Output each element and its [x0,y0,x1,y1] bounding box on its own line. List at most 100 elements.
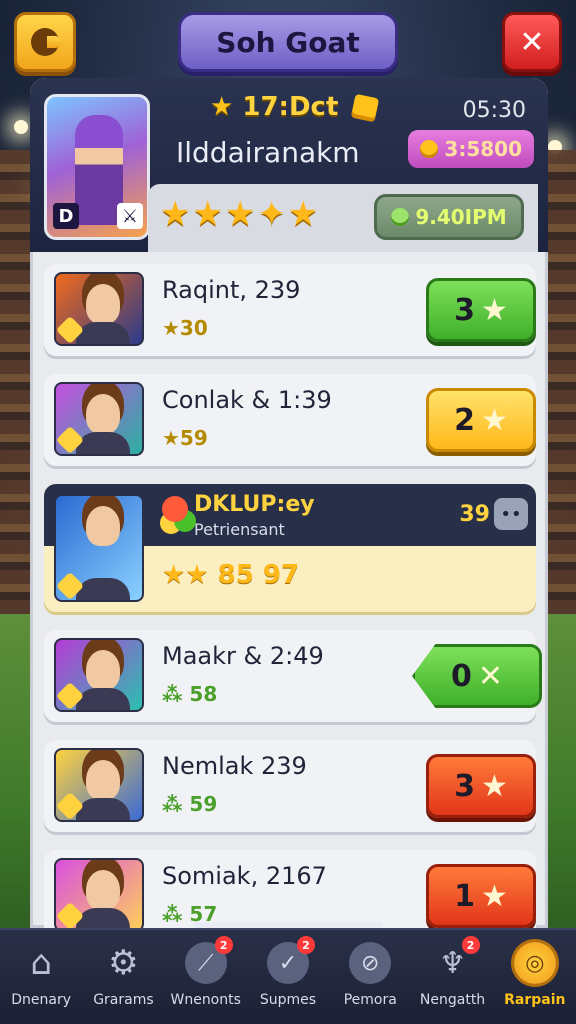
coin-icon [420,140,439,158]
player-rank: ★ 17:Dct [210,92,380,122]
player-portrait [54,748,144,822]
nav-label: Nengatth [419,992,486,1008]
player-points: ⁂ 59 [162,792,218,816]
more-options-button[interactable]: •• [494,498,528,530]
nav-item-dnenary[interactable]: ⌂ Dnenary [0,930,82,1024]
no-run-icon: ⊘ [349,942,392,984]
nav-item-grarams[interactable]: ⚙ Grarams [82,930,164,1024]
nav-label: Grarams [93,992,154,1008]
star-count-button[interactable]: 3 ★ [426,278,536,342]
check-glyph: ✓ [278,950,298,976]
armor-icon [76,798,130,820]
close-icon: ✕ [519,24,545,60]
armor-icon [76,578,130,600]
hero-figure [75,115,123,225]
xp-badge[interactable]: 9.40IPM [374,194,524,240]
player-title: Maakr & 2:49 [162,642,324,670]
page-title: Soh Goat [178,12,398,72]
list-item[interactable]: Nemlak 239 ⁂ 59 3 ★ [44,740,536,832]
player-portrait [54,858,144,928]
close-button[interactable]: ✕ [502,12,562,72]
list-item[interactable]: Somiak, 2167 ⁂ 57 1 ★ [44,850,536,928]
player-stars-line: ★★ 85 97 [162,560,300,590]
player-points: ⁂ 58 [162,682,218,706]
leaderboard-panel: D ⚔ ★ 17:Dct 05:30 Ilddairanakm 3:5800 ★… [30,78,548,928]
crossed-swords-icon: ⚔ [117,203,143,229]
player-points: ★59 [162,426,208,450]
nav-item-rarpain[interactable]: ◎ Rarpain [494,930,576,1024]
list-item-highlighted[interactable]: DKLUP:ey Petriensant 39 •• ★★ 85 97 [44,484,536,612]
armor-icon [76,908,130,928]
home-button[interactable] [14,12,76,72]
trophy-glyph: ♆ [439,945,466,981]
challenge-button[interactable]: 0 ✕ [412,644,542,708]
list-item[interactable]: Conlak & 1:39 ★59 2 ★ [44,374,536,466]
challenge-count: 0 [450,658,472,694]
star-icon: ★ [480,878,508,914]
face-icon [86,760,120,800]
player-name: Ilddairanakm [176,136,360,169]
coin-balance[interactable]: 3:5800 [408,130,534,168]
timer: 05:30 [462,98,526,123]
list-item[interactable]: Maakr & 2:49 ⁂ 58 0 ✕ [44,630,542,722]
nav-label: Supmes [259,992,317,1008]
player-title: Conlak & 1:39 [162,386,332,414]
player-portrait [54,638,144,712]
player-title: Somiak, 2167 [162,862,327,890]
player-list: Raqint, 239 ★30 3 ★ Conlak & 1:39 ★59 2 … [44,264,542,928]
star-count-button[interactable]: 3 ★ [426,754,536,818]
coin-amount: 3:5800 [444,137,522,161]
close-icon: ✕ [477,658,503,694]
face-icon [86,284,120,324]
star-count-button[interactable]: 1 ★ [426,864,536,928]
star-count-button[interactable]: 2 ★ [426,388,536,452]
armor-icon [76,322,130,344]
nav-label: Dnenary [11,992,72,1008]
star-count: 3 [454,768,475,804]
player-portrait [54,494,144,602]
player-title: DKLUP:ey [194,492,315,517]
wrench-glyph: ⟋ [198,950,214,976]
notification-badge: 2 [461,936,480,954]
trophy-icon: ♆ 2 [432,936,480,984]
player-avatar[interactable]: D ⚔ [44,94,150,240]
face-icon [86,870,120,910]
pacman-icon [31,28,61,56]
player-portrait [54,272,144,346]
face-icon [86,394,120,434]
top-bar: Soh Goat ✕ [0,0,576,90]
wrench-icon: ⟋ 2 [184,936,233,984]
star-icon: ★ [480,402,508,438]
player-title: Nemlak 239 [162,752,307,780]
nav-item-supmes[interactable]: ✓ 2 Supmes [247,930,329,1024]
gem-icon [351,93,380,122]
player-profile: D ⚔ ★ 17:Dct 05:30 Ilddairanakm 3:5800 ★… [30,78,548,252]
player-score: 39 [459,502,490,527]
nav-item-wnenonts[interactable]: ⟋ 2 Wnenonts [165,930,247,1024]
star-icon: ★ [480,292,508,328]
armor-icon [76,432,130,454]
bottom-nav: ⌂ Dnenary ⚙ Grarams ⟋ 2 Wnenonts ✓ 2 Sup… [0,922,576,1024]
nav-item-nengatth[interactable]: ♆ 2 Nengatth [411,930,493,1024]
face-icon [86,650,120,690]
nav-label: Pemora [343,992,397,1008]
star-count: 2 [454,402,475,438]
gold-coin-icon: ◎ [513,942,556,984]
face-icon [86,506,120,546]
list-item[interactable]: Raqint, 239 ★30 3 ★ [44,264,536,356]
home-indicator [193,922,383,928]
xp-value: 9.40IPM [415,205,507,229]
profile-stats-strip: ★★★✦★ 9.40IPM [148,184,538,252]
rank-label: 17:Dct [242,92,339,122]
xp-orb-icon [391,208,410,226]
notification-badge: 2 [214,936,233,954]
star-count: 3 [454,292,475,328]
armor-icon [76,688,130,710]
star-icon: ★ [210,92,234,122]
check-icon: ✓ 2 [266,936,315,984]
house-icon: ⌂ [30,943,52,983]
gear-icon: ⚙ [108,943,139,983]
nav-item-pemora[interactable]: ⊘ Pemora [329,930,411,1024]
player-portrait [54,382,144,456]
player-subtitle: Petriensant [194,520,285,539]
